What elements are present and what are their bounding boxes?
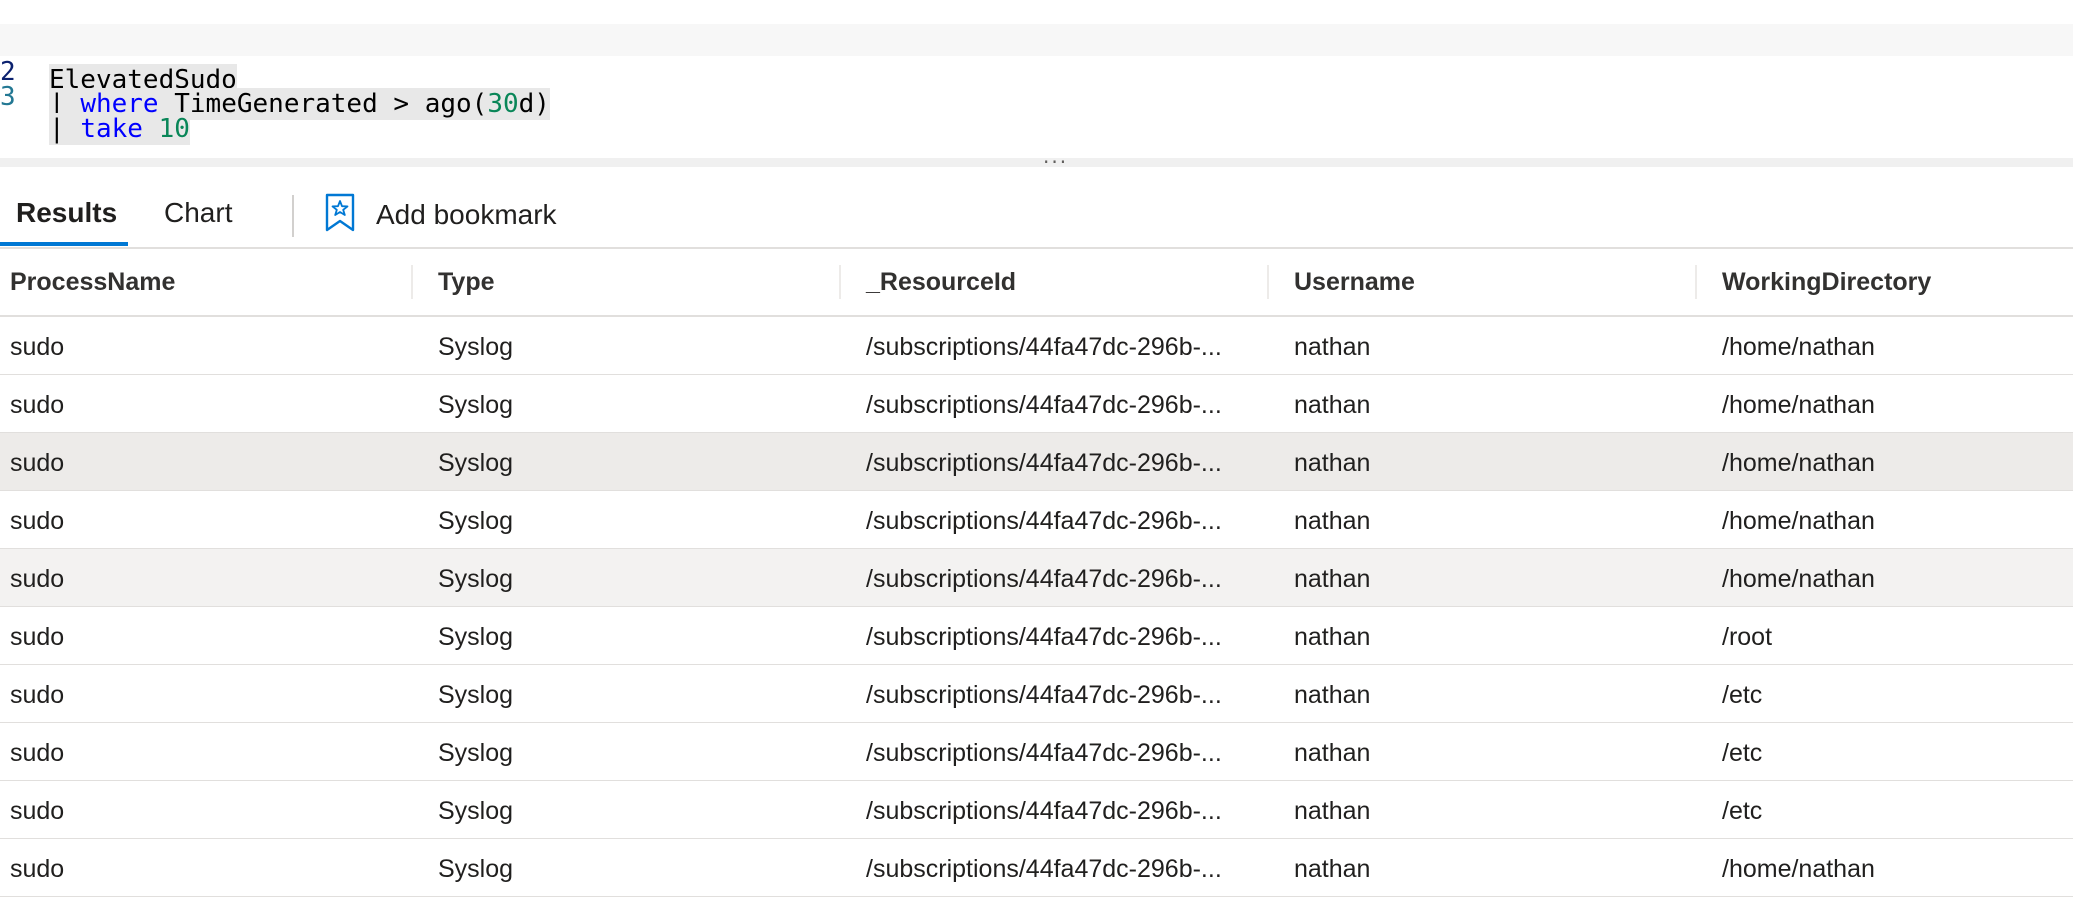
code-token: |: [49, 114, 81, 144]
code-number: 10: [158, 114, 190, 144]
cell-username: nathan: [1294, 391, 1371, 419]
code-token: d): [518, 89, 550, 119]
cell-resourceid: /subscriptions/44fa47dc-296b-...: [866, 739, 1222, 767]
column-resize-handle[interactable]: [1695, 265, 1697, 299]
tab-results[interactable]: Results: [16, 193, 117, 233]
table-row[interactable]: sudo Syslog /subscriptions/44fa47dc-296b…: [0, 491, 2073, 549]
cell-resourceid: /subscriptions/44fa47dc-296b-...: [866, 565, 1222, 593]
cell-type: Syslog: [438, 681, 514, 709]
cell-processname: sudo: [10, 565, 65, 593]
pane-splitter[interactable]: ···: [0, 150, 2073, 174]
column-resize-handle[interactable]: [1267, 265, 1269, 299]
add-bookmark-label: Add bookmark: [376, 199, 557, 230]
cell-username: nathan: [1294, 797, 1371, 825]
table-row[interactable]: sudo Syslog /subscriptions/44fa47dc-296b…: [0, 665, 2073, 723]
cell-type: Syslog: [438, 391, 514, 419]
cell-workingdirectory: /home/nathan: [1722, 391, 1875, 419]
table-row[interactable]: sudo Syslog /subscriptions/44fa47dc-296b…: [0, 375, 2073, 433]
cell-workingdirectory: /etc: [1722, 739, 1763, 767]
cell-processname: sudo: [10, 623, 65, 651]
column-header-resourceid[interactable]: _ResourceId: [866, 249, 1266, 315]
query-editor[interactable]: 1 ElevatedSudo 2 | where TimeGenerated >…: [0, 0, 2073, 160]
cell-username: nathan: [1294, 449, 1371, 477]
cell-username: nathan: [1294, 855, 1371, 883]
toolbar-divider: [292, 195, 294, 237]
table-row[interactable]: sudo Syslog /subscriptions/44fa47dc-296b…: [0, 433, 2073, 491]
cell-username: nathan: [1294, 507, 1371, 535]
table-row[interactable]: sudo Syslog /subscriptions/44fa47dc-296b…: [0, 607, 2073, 665]
cell-workingdirectory: /home/nathan: [1722, 855, 1875, 883]
code-line-3[interactable]: 3 | take 10: [0, 49, 2073, 145]
table-row[interactable]: sudo Syslog /subscriptions/44fa47dc-296b…: [0, 549, 2073, 607]
cell-processname: sudo: [10, 391, 65, 419]
cell-type: Syslog: [438, 565, 514, 593]
code-number: 30: [487, 89, 519, 119]
results-tab-bar: Results Chart Add bookmark: [0, 167, 2073, 249]
active-tab-indicator: [0, 242, 128, 246]
cell-resourceid: /subscriptions/44fa47dc-296b-...: [866, 681, 1222, 709]
cell-processname: sudo: [10, 507, 65, 535]
table-row[interactable]: sudo Syslog /subscriptions/44fa47dc-296b…: [0, 781, 2073, 839]
table-row[interactable]: sudo Syslog /subscriptions/44fa47dc-296b…: [0, 839, 2073, 897]
column-header-workingdirectory[interactable]: WorkingDirectory: [1722, 249, 2072, 315]
cell-username: nathan: [1294, 681, 1371, 709]
line-number: 3: [0, 82, 16, 112]
cell-username: nathan: [1294, 333, 1371, 361]
cell-resourceid: /subscriptions/44fa47dc-296b-...: [866, 623, 1222, 651]
cell-workingdirectory: /etc: [1722, 681, 1763, 709]
cell-workingdirectory: /home/nathan: [1722, 507, 1875, 535]
cell-type: Syslog: [438, 449, 514, 477]
cell-resourceid: /subscriptions/44fa47dc-296b-...: [866, 333, 1222, 361]
cell-workingdirectory: /home/nathan: [1722, 449, 1875, 477]
grid-header-row: ProcessName Type _ResourceId Username Wo…: [0, 249, 2073, 317]
cell-type: Syslog: [438, 739, 514, 767]
table-row[interactable]: sudo Syslog /subscriptions/44fa47dc-296b…: [0, 723, 2073, 781]
code-text: | take 10: [49, 113, 190, 145]
cell-resourceid: /subscriptions/44fa47dc-296b-...: [866, 391, 1222, 419]
cell-type: Syslog: [438, 333, 514, 361]
column-resize-handle[interactable]: [839, 265, 841, 299]
cell-resourceid: /subscriptions/44fa47dc-296b-...: [866, 507, 1222, 535]
cell-username: nathan: [1294, 623, 1371, 651]
cell-resourceid: /subscriptions/44fa47dc-296b-...: [866, 449, 1222, 477]
bookmark-star-icon: [325, 193, 355, 232]
cell-type: Syslog: [438, 623, 514, 651]
cell-type: Syslog: [438, 797, 514, 825]
code-keyword: take: [80, 114, 143, 144]
cell-username: nathan: [1294, 565, 1371, 593]
cell-username: nathan: [1294, 739, 1371, 767]
cell-resourceid: /subscriptions/44fa47dc-296b-...: [866, 797, 1222, 825]
cell-processname: sudo: [10, 739, 65, 767]
results-grid: ProcessName Type _ResourceId Username Wo…: [0, 249, 2073, 897]
cell-workingdirectory: /root: [1722, 623, 1773, 651]
table-row[interactable]: sudo Syslog /subscriptions/44fa47dc-296b…: [0, 317, 2073, 375]
cell-processname: sudo: [10, 855, 65, 883]
cell-workingdirectory: /home/nathan: [1722, 565, 1875, 593]
cell-type: Syslog: [438, 855, 514, 883]
cell-processname: sudo: [10, 449, 65, 477]
cell-workingdirectory: /etc: [1722, 797, 1763, 825]
cell-processname: sudo: [10, 681, 65, 709]
column-resize-handle[interactable]: [411, 265, 413, 299]
code-token: TimeGenerated > ago(: [158, 89, 488, 119]
cell-type: Syslog: [438, 507, 514, 535]
cell-processname: sudo: [10, 797, 65, 825]
tab-chart[interactable]: Chart: [164, 193, 232, 233]
column-header-username[interactable]: Username: [1294, 249, 1684, 315]
cell-workingdirectory: /home/nathan: [1722, 333, 1875, 361]
cell-resourceid: /subscriptions/44fa47dc-296b-...: [866, 855, 1222, 883]
cell-processname: sudo: [10, 333, 65, 361]
column-header-type[interactable]: Type: [438, 249, 828, 315]
column-header-processname[interactable]: ProcessName: [10, 249, 400, 315]
